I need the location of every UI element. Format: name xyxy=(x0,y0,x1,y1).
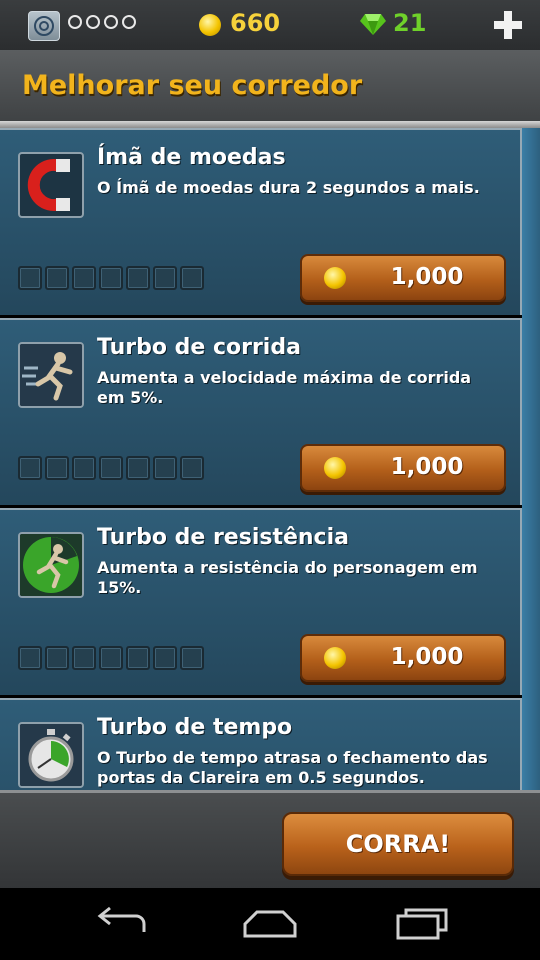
top-bar: 660 21 xyxy=(0,0,540,50)
upgrade-list[interactable]: Ímã de moedas O Ímã de moedas dura 2 seg… xyxy=(0,128,522,790)
level-slot xyxy=(153,646,177,670)
upgrade-card-magnet: Ímã de moedas O Ímã de moedas dura 2 seg… xyxy=(0,128,522,315)
upgrade-card-time: Turbo de tempo O Turbo de tempo atrasa o… xyxy=(0,698,522,790)
upgrade-card-speed: Turbo de corrida Aumenta a velocidade má… xyxy=(0,318,522,505)
level-slot xyxy=(18,456,42,480)
level-meter xyxy=(18,266,204,290)
level-slot xyxy=(126,266,150,290)
price-label: 1,000 xyxy=(390,454,464,480)
level-slot xyxy=(153,266,177,290)
upgrade-title: Turbo de tempo xyxy=(97,715,293,740)
back-icon[interactable] xyxy=(86,902,156,946)
level-slot xyxy=(180,646,204,670)
upgrade-title: Ímã de moedas xyxy=(97,145,286,170)
price-label: 1,000 xyxy=(390,264,464,290)
level-slot xyxy=(72,456,96,480)
sprinter-icon xyxy=(18,342,84,408)
level-slot xyxy=(72,266,96,290)
level-slot xyxy=(18,646,42,670)
progress-dot xyxy=(68,15,82,29)
recent-apps-icon[interactable] xyxy=(386,902,456,946)
price-label: 1,000 xyxy=(390,644,464,670)
level-slot xyxy=(99,456,123,480)
upgrade-description: Aumenta a velocidade máxima de corrida e… xyxy=(97,368,472,407)
level-slot xyxy=(45,266,69,290)
navigation-bar xyxy=(0,888,540,960)
progress-dots xyxy=(68,15,136,29)
upgrade-card-stamina: Turbo de resistência Aumenta a resistênc… xyxy=(0,508,522,695)
level-slot xyxy=(126,456,150,480)
level-slot xyxy=(45,456,69,480)
level-slot xyxy=(45,646,69,670)
upgrade-description: Aumenta a resistência do personagem em 1… xyxy=(97,558,478,597)
progress-dot xyxy=(122,15,136,29)
gem-icon xyxy=(360,14,386,35)
run-button[interactable]: CORRA! xyxy=(282,812,514,876)
level-meter xyxy=(18,456,204,480)
level-slot xyxy=(153,456,177,480)
run-button-label: CORRA! xyxy=(345,830,451,858)
add-currency-button[interactable] xyxy=(492,9,524,41)
gem-balance: 21 xyxy=(393,9,427,37)
upgrade-description: O Ímã de moedas dura 2 segundos a mais. xyxy=(97,178,480,197)
upgrade-description: O Turbo de tempo atrasa o fechamento das… xyxy=(97,748,488,787)
level-slot xyxy=(18,266,42,290)
level-slot xyxy=(99,266,123,290)
level-slot xyxy=(126,646,150,670)
coin-icon xyxy=(324,267,346,289)
level-slot xyxy=(180,456,204,480)
header-rail xyxy=(0,121,540,128)
buy-magnet-button[interactable]: 1,000 xyxy=(300,254,506,302)
coin-balance: 660 xyxy=(230,9,281,37)
stopwatch-icon xyxy=(18,722,84,788)
page-title: Melhorar seu corredor xyxy=(22,70,363,101)
progress-dot xyxy=(86,15,100,29)
coin-icon xyxy=(199,14,221,36)
upgrade-title: Turbo de corrida xyxy=(97,335,301,360)
home-icon[interactable] xyxy=(235,902,305,946)
stamina-runner-icon xyxy=(18,532,84,598)
progress-dot xyxy=(104,15,118,29)
magnet-icon xyxy=(18,152,84,218)
buy-stamina-button[interactable]: 1,000 xyxy=(300,634,506,682)
level-meter xyxy=(18,646,204,670)
scrollbar[interactable] xyxy=(522,128,540,790)
level-slot xyxy=(72,646,96,670)
level-slot xyxy=(180,266,204,290)
maze-icon[interactable] xyxy=(28,11,60,41)
level-slot xyxy=(99,646,123,670)
coin-icon xyxy=(324,647,346,669)
upgrade-title: Turbo de resistência xyxy=(97,525,349,550)
coin-icon xyxy=(324,457,346,479)
buy-speed-button[interactable]: 1,000 xyxy=(300,444,506,492)
